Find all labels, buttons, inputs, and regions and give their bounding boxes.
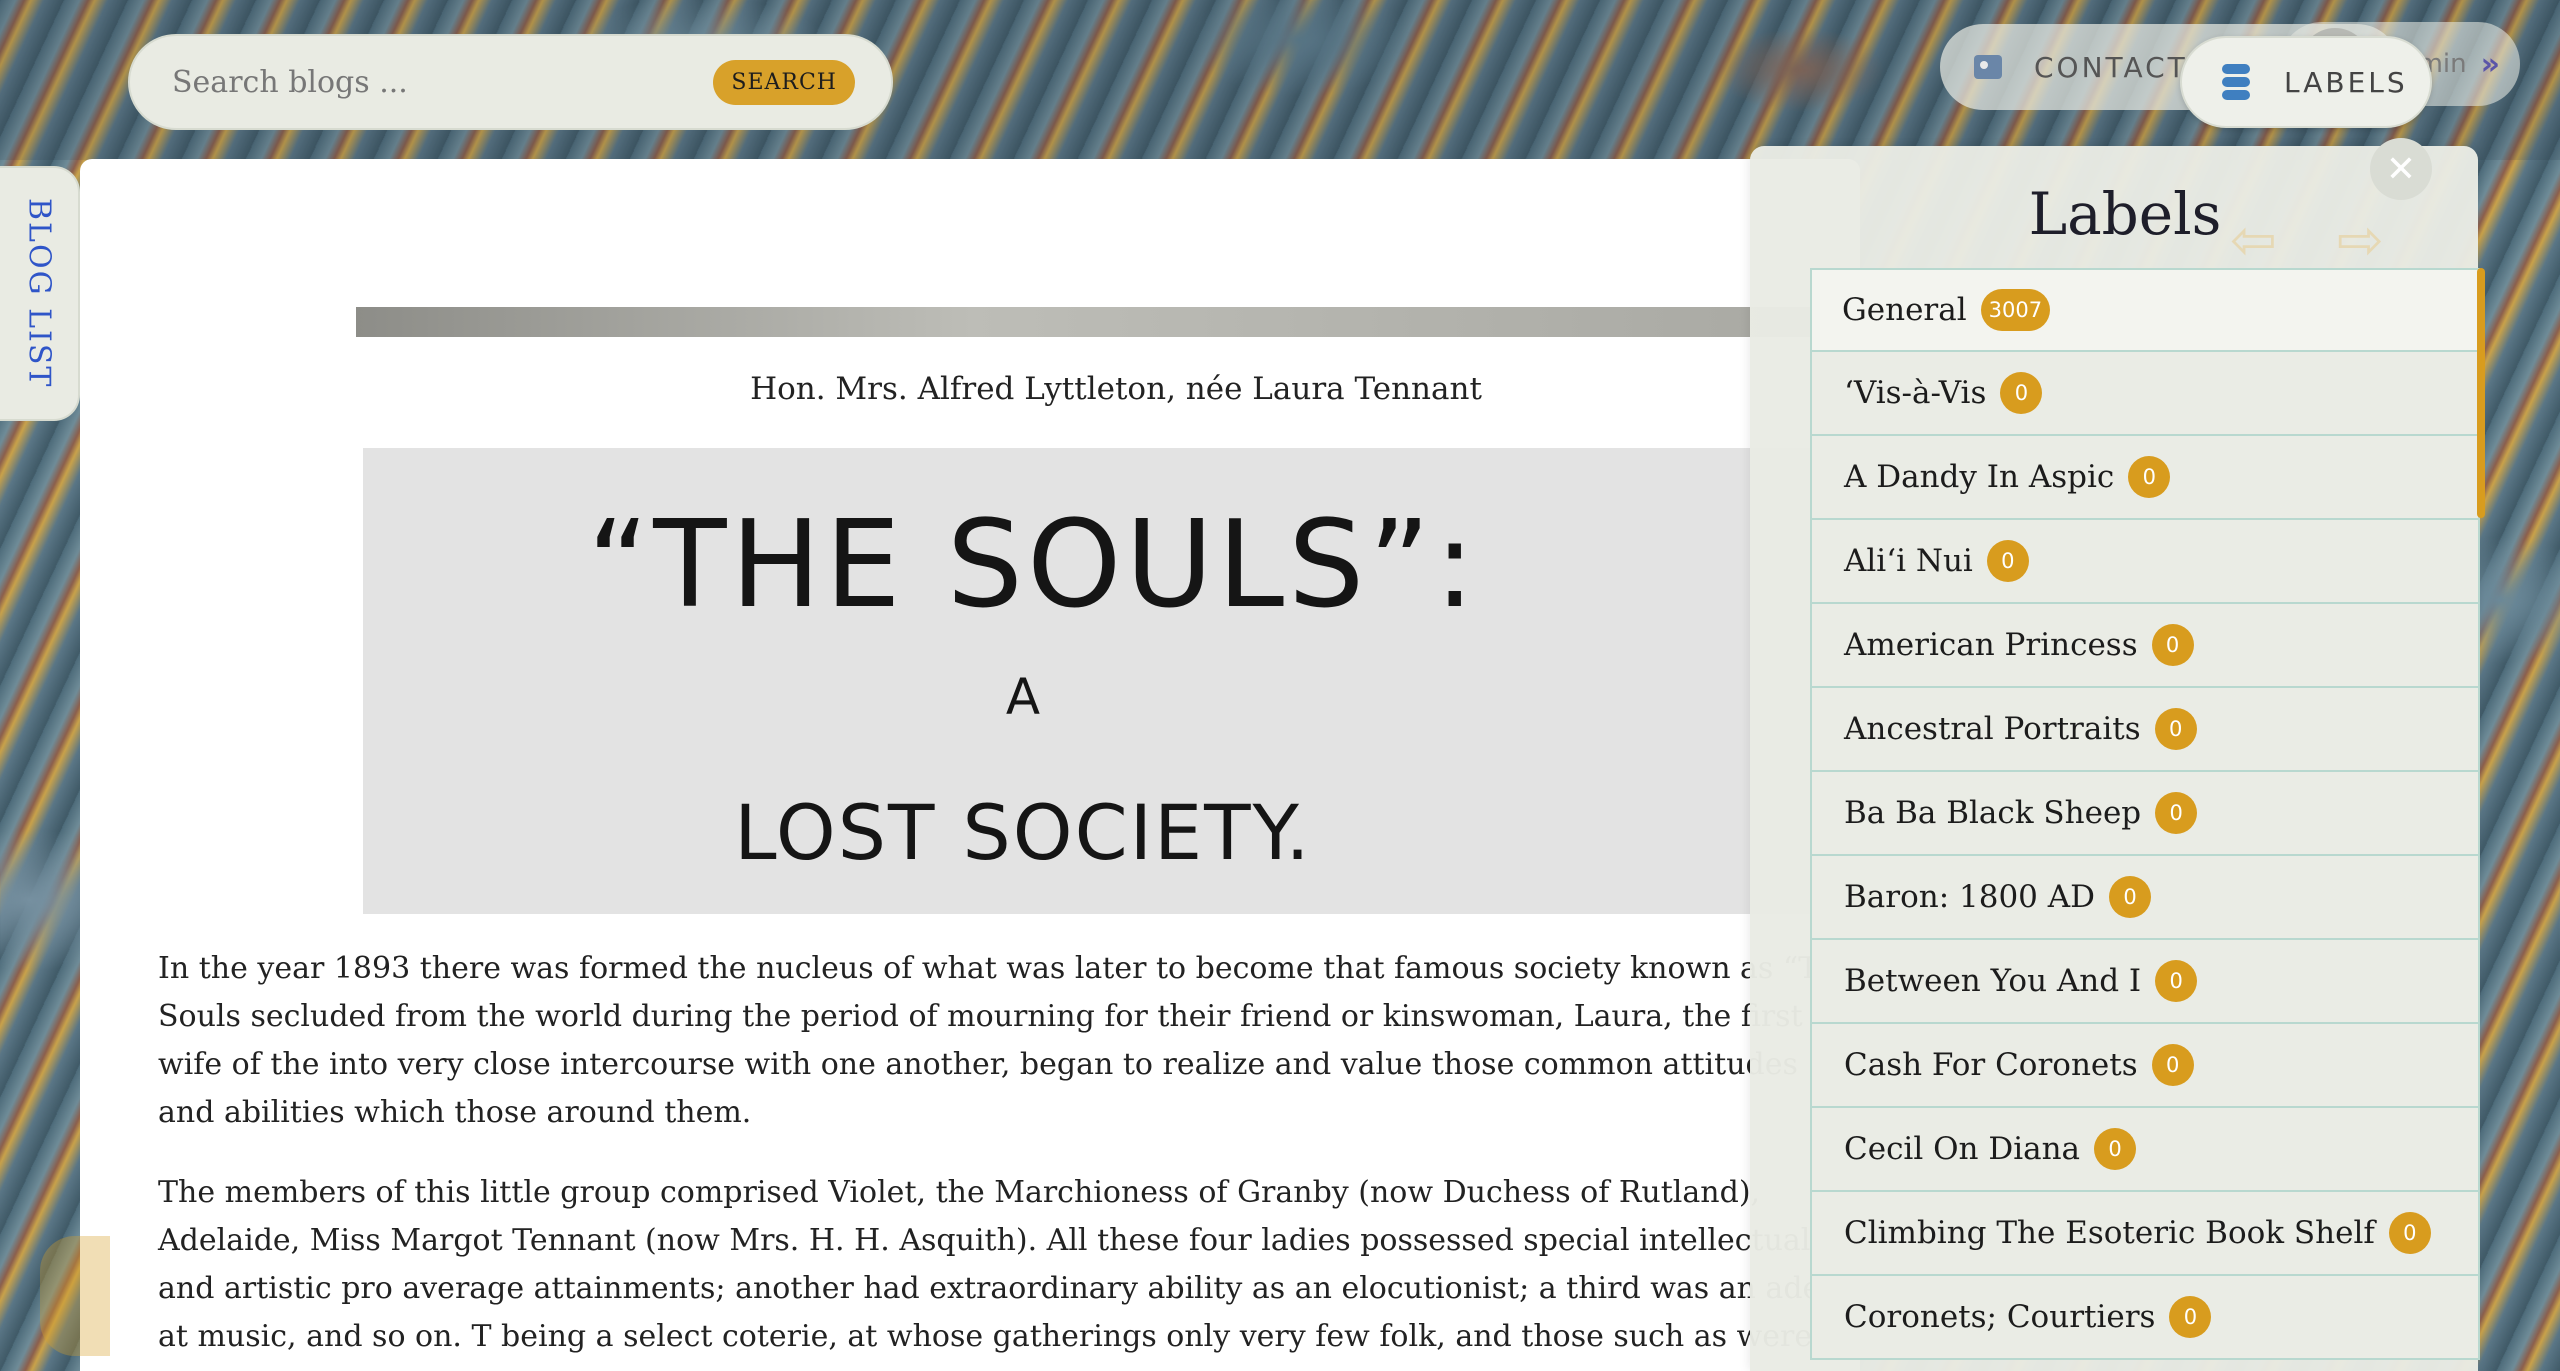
label-item[interactable]: Climbing The Esoteric Book Shelf 0 (1810, 1192, 2480, 1276)
labels-button[interactable]: LABELS (2180, 36, 2432, 128)
label-name: Ali‘i Nui (1844, 543, 1973, 579)
blog-list-tab[interactable]: BLOG LIST (0, 166, 80, 421)
label-name: Cecil On Diana (1844, 1131, 2081, 1167)
label-name: Cash For Coronets (1844, 1047, 2138, 1083)
title-image-line1: “THE SOULS”: (587, 496, 1479, 635)
label-item[interactable]: Ali‘i Nui 0 (1810, 520, 2480, 604)
label-count-badge: 0 (2094, 1128, 2137, 1170)
label-name: Baron: 1800 AD (1844, 879, 2095, 915)
label-name: Ancestral Portraits (1844, 711, 2141, 747)
label-item[interactable]: Between You And I 0 (1810, 940, 2480, 1024)
title-image-line2: A (1005, 668, 1041, 726)
labels-label: LABELS (2284, 65, 2408, 99)
side-widget[interactable] (40, 1236, 110, 1356)
label-item[interactable]: Ba Ba Black Sheep 0 (1810, 772, 2480, 856)
title-image: “THE SOULS”: A LOST SOCIETY. (363, 448, 1863, 914)
label-item[interactable]: General 3007 (1810, 268, 2480, 352)
label-count-badge: 0 (2155, 960, 2198, 1002)
label-name: ‘Vis-à-Vis (1844, 375, 1987, 411)
label-item[interactable]: Cash For Coronets 0 (1810, 1024, 2480, 1108)
database-stack-icon (2218, 62, 2254, 102)
label-item[interactable]: A Dandy In Aspic 0 (1810, 436, 2480, 520)
labels-panel-title: Labels (2028, 180, 2222, 248)
search-bar: SEARCH (128, 34, 893, 130)
label-count-badge: 0 (2154, 708, 2197, 750)
label-list-scrollbar[interactable] (2477, 268, 2485, 518)
label-count-badge: 3007 (1980, 289, 2051, 331)
search-input[interactable] (172, 64, 714, 100)
image-caption: Hon. Mrs. Alfred Lyttleton, née Laura Te… (750, 371, 1482, 407)
label-count-badge: 0 (2151, 624, 2194, 666)
label-item[interactable]: Baron: 1800 AD 0 (1810, 856, 2480, 940)
article-paragraph: The members of this little group compris… (158, 1175, 1852, 1371)
label-count-badge: 0 (2109, 876, 2151, 918)
label-item[interactable]: Ancestral Portraits 0 (1810, 688, 2480, 772)
contact-card-icon (1970, 49, 2006, 85)
title-image-line3: LOST SOCIETY. (734, 788, 1312, 877)
label-item[interactable]: Coronets; Courtiers 0 (1810, 1276, 2480, 1360)
label-count-badge: 0 (2151, 1044, 2194, 1086)
label-count-badge: 0 (2000, 372, 2043, 414)
label-count-badge: 0 (2169, 1296, 2212, 1338)
chevron-double-down-icon: » (2480, 46, 2500, 82)
label-name: Ba Ba Black Sheep (1844, 795, 2142, 831)
label-count-badge: 0 (2155, 792, 2198, 834)
label-item[interactable]: ‘Vis-à-Vis 0 (1810, 352, 2480, 436)
article-paragraph: In the year 1893 there was formed the nu… (158, 951, 1856, 1130)
close-icon[interactable]: ✕ (2370, 138, 2432, 200)
label-list: General 3007 ‘Vis-à-Vis 0 A Dandy In Aspic… (1810, 268, 2480, 1371)
hero-image (356, 307, 1896, 337)
label-name: A Dandy In Aspic (1844, 459, 2115, 495)
blog-list-label: BLOG LIST (21, 198, 57, 389)
label-item[interactable]: American Princess 0 (1810, 604, 2480, 688)
label-name: Between You And I (1844, 963, 2142, 999)
label-name: American Princess (1844, 627, 2138, 663)
label-item[interactable]: Cecil On Diana 0 (1810, 1108, 2480, 1192)
label-name: Coronets; Courtiers (1844, 1299, 2156, 1335)
article-card: Hon. Mrs. Alfred Lyttleton, née Laura Te… (80, 159, 1896, 1371)
label-name: Climbing The Esoteric Book Shelf (1844, 1215, 2375, 1251)
contact-label: CONTACT (2034, 50, 2188, 84)
label-count-badge: 0 (2388, 1212, 2431, 1254)
search-button[interactable]: SEARCH (713, 59, 855, 105)
label-count-badge: 0 (1986, 540, 2029, 582)
label-count-badge: 0 (2128, 456, 2171, 498)
label-name: General (1842, 292, 1967, 328)
